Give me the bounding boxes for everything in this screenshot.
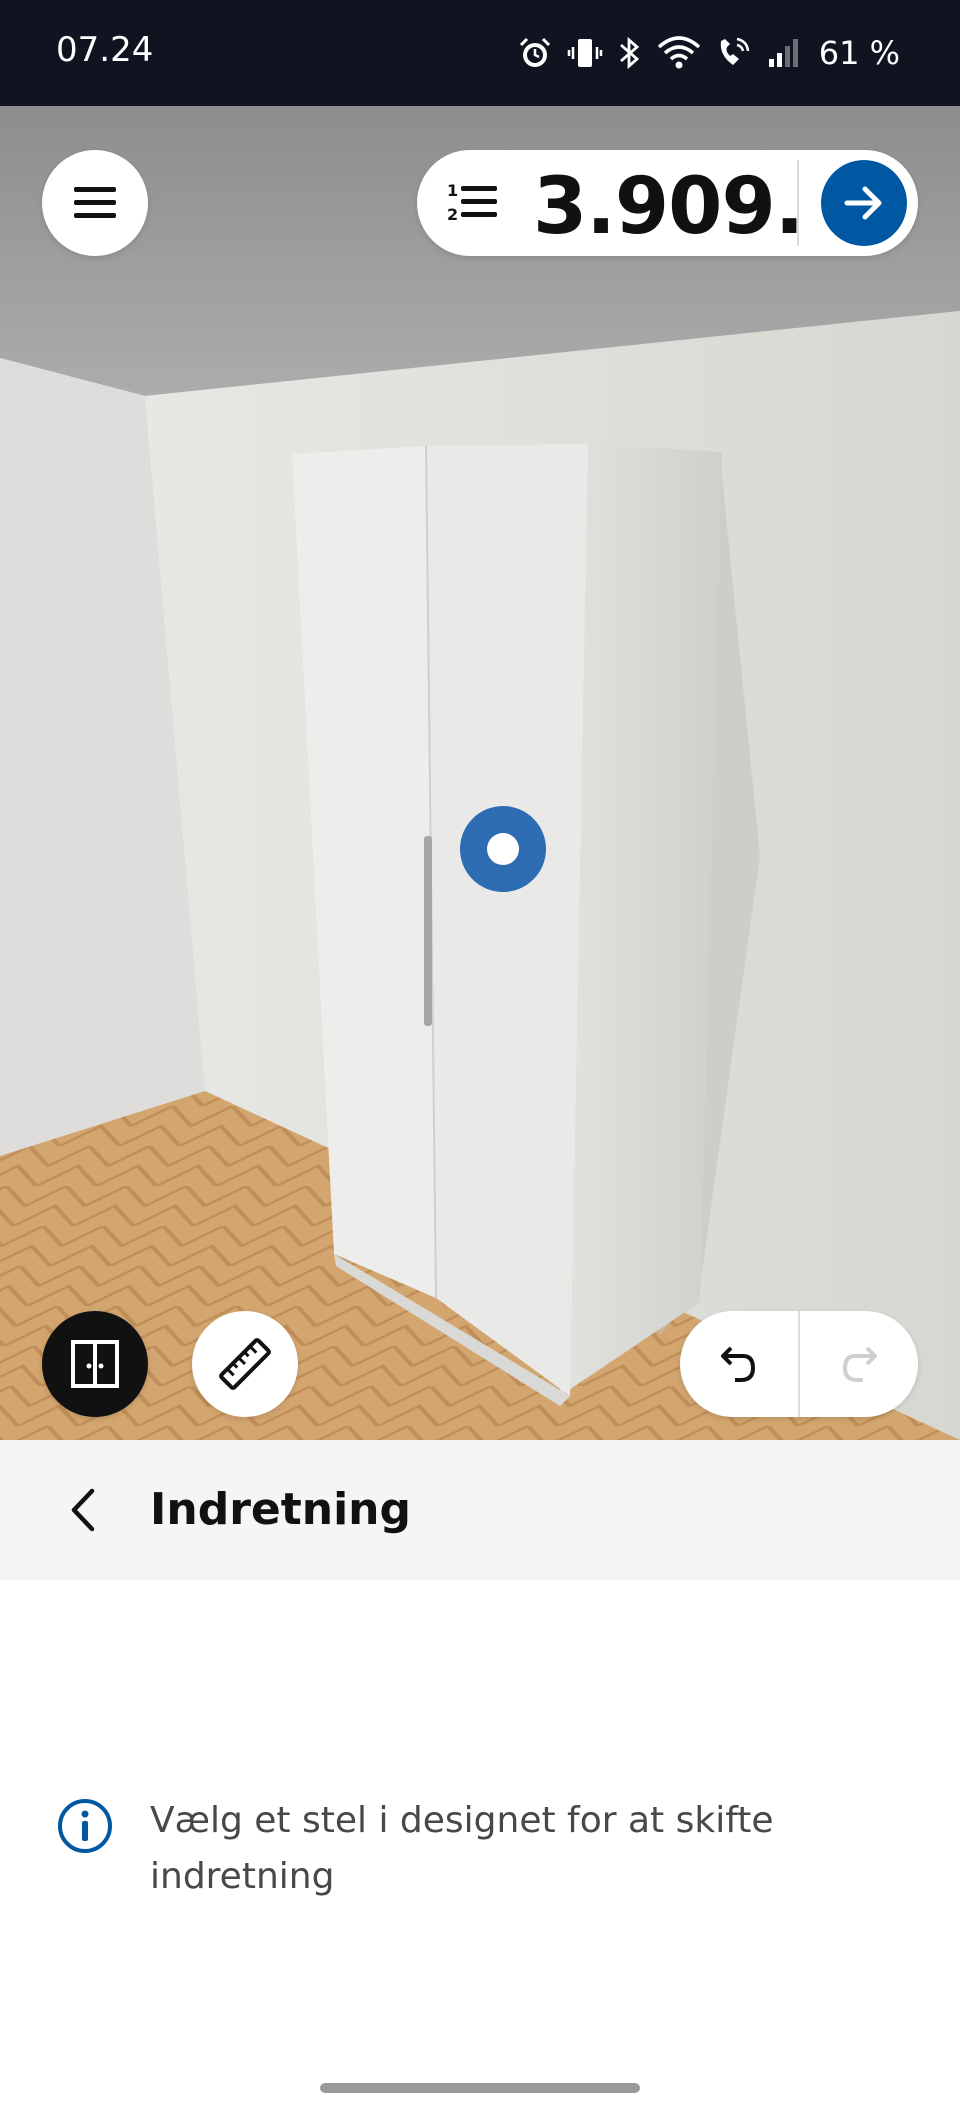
- chevron-left-icon: [71, 1488, 95, 1532]
- measure-button[interactable]: [192, 1311, 298, 1417]
- undo-button[interactable]: [680, 1311, 798, 1417]
- back-button[interactable]: [44, 1470, 124, 1550]
- undo-icon: [721, 1346, 756, 1382]
- hotspot-dot-icon: [487, 833, 519, 865]
- info-text: Vælg et stel i designet for at skifte in…: [150, 1800, 774, 1897]
- status-icons: 61 %: [517, 30, 900, 76]
- price-summary[interactable]: 1 2 3.909. -: [417, 150, 918, 256]
- continue-button[interactable]: [821, 160, 907, 246]
- alarm-icon: [519, 37, 550, 67]
- undo-redo-group: [680, 1311, 918, 1417]
- redo-icon: [842, 1346, 877, 1382]
- numbered-list-icon: 1 2: [447, 181, 497, 224]
- section-title: Indretning: [150, 1484, 411, 1535]
- info-icon: [58, 1799, 112, 1853]
- status-bar: 07.24 61 %: [0, 0, 960, 106]
- ruler-icon: [219, 1338, 271, 1390]
- interior-view-button[interactable]: [42, 1311, 148, 1417]
- room-3d-view[interactable]: 1 2 3.909. -: [0, 106, 960, 1440]
- door-frame-icon: [71, 1340, 119, 1388]
- vibrate-icon: [567, 39, 602, 67]
- svg-text:1: 1: [447, 181, 458, 200]
- status-time: 07.24: [56, 30, 154, 70]
- room-render: [0, 106, 960, 1440]
- wifi-call-icon: [720, 37, 749, 65]
- arrow-right-icon: [844, 186, 882, 220]
- svg-text:2: 2: [447, 205, 458, 224]
- home-indicator[interactable]: [320, 2083, 640, 2093]
- wardrobe-hotspot[interactable]: [460, 806, 546, 892]
- price-divider: [797, 160, 799, 246]
- redo-button[interactable]: [800, 1311, 918, 1417]
- menu-button[interactable]: [42, 150, 148, 256]
- section-header: Indretning: [0, 1440, 960, 1580]
- battery-level: 61 %: [818, 34, 900, 72]
- wifi-icon: [657, 36, 700, 69]
- price-suffix: -: [757, 168, 767, 201]
- bluetooth-icon: [619, 36, 639, 70]
- hamburger-menu-icon: [74, 187, 116, 218]
- signal-icon: [768, 39, 798, 67]
